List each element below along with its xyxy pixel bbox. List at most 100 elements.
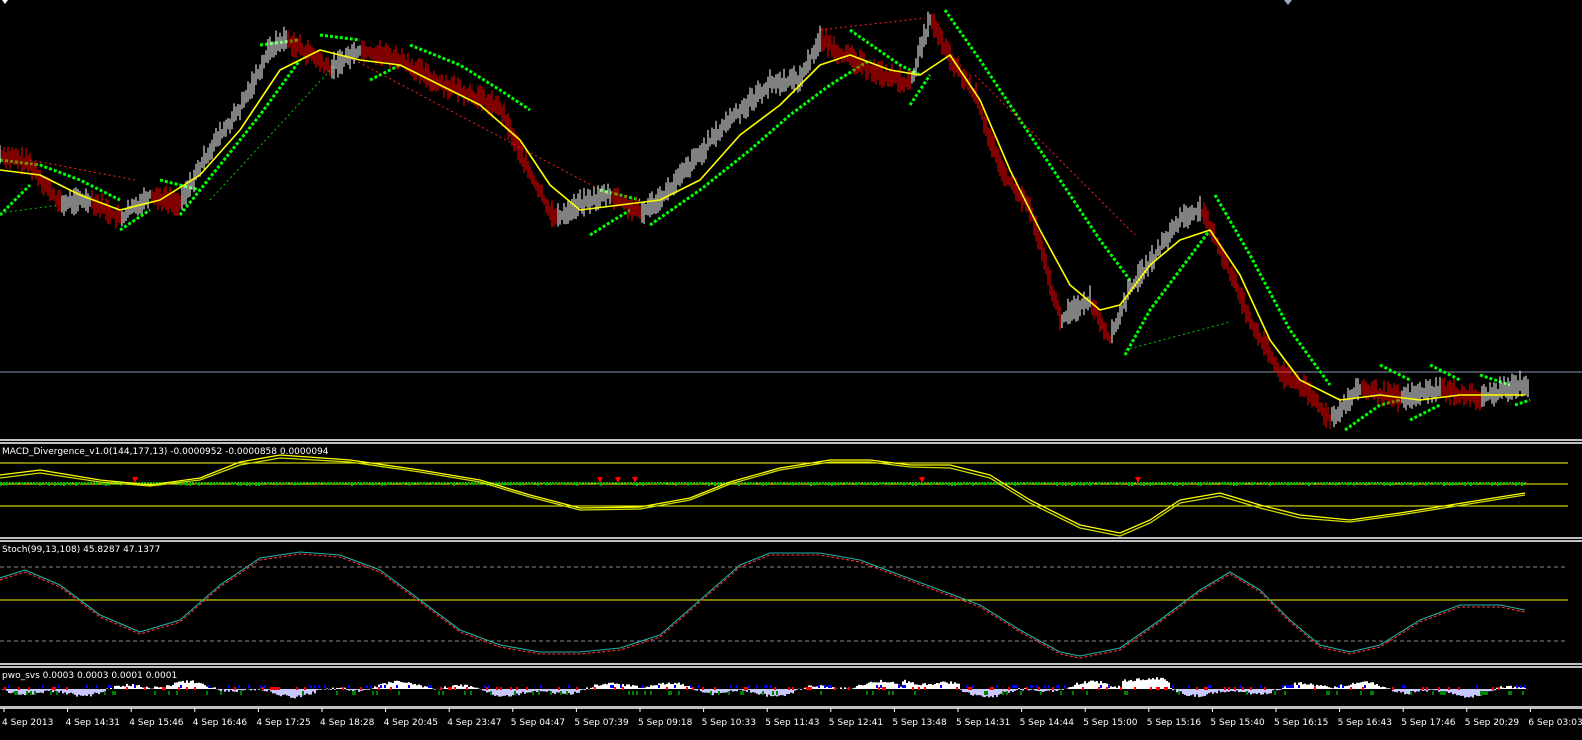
pwo-bar — [1386, 688, 1388, 689]
pwo-bar — [1306, 684, 1308, 689]
pwo-accent — [144, 687, 146, 690]
pwo-accent — [1006, 691, 1008, 695]
macd-histogram-bar — [660, 482, 662, 485]
pwo-accent — [1372, 691, 1374, 695]
pwo-bar — [176, 682, 178, 689]
pwo-bar — [1252, 689, 1254, 694]
pwo-bar — [1322, 686, 1324, 689]
pwo-accent — [96, 685, 98, 688]
pwo-bar — [1308, 684, 1310, 689]
pwo-bar — [326, 688, 328, 689]
pwo-bar — [90, 689, 92, 697]
pwo-bar — [156, 686, 158, 689]
macd-histogram-bar — [1119, 482, 1121, 485]
pwo-bar — [230, 689, 232, 690]
pwo-accent — [764, 685, 766, 688]
pwo-bar — [414, 684, 416, 689]
macd-histogram-bar — [945, 482, 947, 485]
pwo-accent — [1012, 685, 1014, 688]
pwo-bar — [36, 689, 38, 693]
pwo-bar — [996, 689, 998, 697]
macd-histogram-bar — [312, 482, 314, 484]
pwo-accent — [1172, 685, 1174, 688]
time-label: 4 Sep 20:45 — [384, 718, 438, 728]
pwo-bar — [618, 684, 620, 689]
macd-histogram-bar — [783, 482, 785, 484]
pwo-accent — [56, 691, 58, 695]
pwo-bar — [394, 680, 396, 689]
macd-histogram-bar — [984, 482, 986, 486]
macd-histogram-bar — [663, 482, 665, 485]
pwo-bar — [420, 685, 422, 689]
pwo-bar — [916, 684, 918, 689]
pwo-bar — [1042, 689, 1044, 692]
pwo-bar — [1220, 689, 1222, 693]
time-label: 4 Sep 14:31 — [66, 718, 120, 728]
macd-histogram-bar — [1473, 482, 1475, 485]
pwo-accent — [1392, 687, 1394, 690]
pwo-bar — [136, 685, 138, 689]
pwo-bar — [572, 689, 574, 695]
pwo-bar — [182, 680, 184, 689]
pwo-bar — [1202, 689, 1204, 697]
pwo-bar — [312, 689, 314, 692]
pwo-bar — [98, 689, 100, 695]
pwo-accent — [828, 685, 830, 688]
pwo-accent — [1290, 685, 1292, 688]
pwo-accent — [884, 687, 886, 690]
macd-histogram-bar — [453, 482, 455, 486]
pwo-bar — [596, 684, 598, 689]
pwo-bar — [1036, 689, 1038, 691]
pwo-bar — [200, 683, 202, 689]
pwo-bar — [24, 689, 26, 696]
pwo-bar — [976, 689, 978, 696]
pwo-accent — [52, 687, 54, 690]
macd-histogram-bar — [546, 482, 548, 486]
chart-menu-icon[interactable] — [2, 0, 8, 4]
macd-histogram-bar — [753, 482, 755, 485]
pwo-accent — [746, 687, 748, 690]
macd-histogram-bar — [624, 482, 626, 484]
pwo-bar — [1460, 689, 1462, 696]
pwo-accent — [1438, 687, 1440, 690]
pwo-bar — [784, 689, 786, 696]
pwo-bar — [748, 689, 750, 690]
macd-histogram-bar — [195, 482, 197, 485]
pwo-accent — [966, 685, 968, 688]
pwo-bar — [1050, 689, 1052, 690]
macd-histogram-bar — [804, 482, 806, 484]
pwo-bar — [332, 687, 334, 689]
pwo-bar — [664, 684, 666, 689]
macd-histogram-bar — [426, 482, 428, 484]
pwo-bar — [948, 683, 950, 689]
pwo-bar — [636, 685, 638, 689]
macd-histogram-bar — [390, 482, 392, 484]
pwo-bar — [538, 689, 540, 691]
pwo-accent — [28, 687, 30, 690]
pwo-bar — [894, 683, 896, 689]
pwo-bar — [336, 687, 338, 689]
pwo-bar — [1312, 684, 1314, 689]
pwo-bar — [552, 689, 554, 693]
macd-histogram-bar — [327, 482, 329, 485]
pwo-bar — [600, 685, 602, 689]
macd-histogram-bar — [882, 482, 884, 485]
pwo-bar — [1138, 678, 1140, 689]
pwo-accent — [610, 685, 612, 688]
pwo-accent — [650, 691, 652, 695]
pwo-bar — [400, 681, 402, 689]
pwo-accent — [1350, 687, 1352, 690]
macd-histogram-bar — [1080, 482, 1082, 486]
chart-shift-icon[interactable] — [1284, 0, 1292, 5]
pwo-bar — [484, 689, 486, 691]
macd-histogram-bar — [1260, 482, 1262, 484]
macd-histogram-bar — [516, 482, 518, 486]
pwo-accent — [408, 685, 410, 688]
macd-histogram-bar — [918, 482, 920, 485]
pwo-accent — [770, 685, 772, 688]
pwo-bar — [712, 689, 714, 696]
pwo-bar — [294, 689, 296, 699]
macd-histogram-bar — [198, 482, 200, 486]
macd-histogram-bar — [432, 482, 434, 485]
pwo-accent — [1224, 687, 1226, 690]
